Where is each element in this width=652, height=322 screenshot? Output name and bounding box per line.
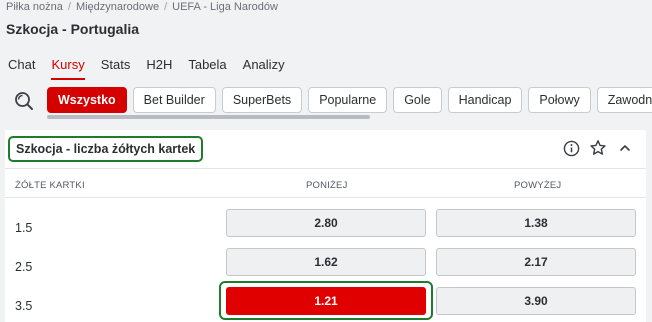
row-line-value: 2.5	[15, 260, 33, 274]
market-header[interactable]: Szkocja - liczba żółtych kartek	[5, 130, 646, 168]
filter-chip-superbets[interactable]: SuperBets	[221, 87, 303, 113]
filter-chips: Wszystko Bet Builder SuperBets Popularne…	[47, 87, 652, 113]
market-panel: Szkocja - liczba żółtych kartek ŻÓŁTE KA…	[5, 130, 646, 322]
tab-tabela[interactable]: Tabela	[180, 54, 234, 80]
info-button[interactable]	[562, 139, 580, 157]
market-filter-bar: Wszystko Bet Builder SuperBets Popularne…	[0, 82, 652, 124]
filter-chip-bet-builder[interactable]: Bet Builder	[132, 87, 216, 113]
market-row: 1.5 2.80 1.38	[5, 209, 646, 248]
odds-button-under[interactable]: 1.62	[226, 248, 426, 276]
star-icon	[590, 140, 606, 155]
search-button[interactable]	[9, 86, 39, 116]
event-tabs: Chat Kursy Stats H2H Tabela Analizy	[0, 54, 293, 80]
row-line-value: 3.5	[15, 299, 33, 313]
collapse-button[interactable]	[616, 139, 634, 157]
breadcrumb-separator: /	[67, 1, 71, 13]
odds-button-over[interactable]: 3.90	[436, 287, 636, 315]
filter-chip-zawodnicy[interactable]: Zawodnicy	[596, 87, 652, 113]
filter-chip-wszystko[interactable]: Wszystko	[47, 87, 127, 113]
filter-chip-popularne[interactable]: Popularne	[308, 87, 388, 113]
odds-button-under-selected[interactable]: 1.21	[226, 287, 426, 315]
chevron-up-icon	[620, 145, 630, 151]
filter-chip-polowy[interactable]: Połowy	[528, 87, 591, 113]
odds-button-under[interactable]: 2.80	[226, 209, 426, 237]
search-icon	[15, 92, 33, 110]
tab-h2h[interactable]: H2H	[138, 54, 180, 80]
market-row: 3.5 1.21 3.90	[5, 281, 646, 322]
odds-button-over[interactable]: 2.17	[436, 248, 636, 276]
market-title: Szkocja - liczba żółtych kartek	[8, 136, 204, 162]
breadcrumb-separator: /	[164, 1, 168, 13]
tab-stats[interactable]: Stats	[93, 54, 139, 80]
market-column-header: ŻÓŁTE KARTKI PONIŻEJ POWYŻEJ	[5, 168, 646, 198]
column-header-over: POWYŻEJ	[514, 180, 562, 191]
filter-chip-handicap[interactable]: Handicap	[447, 87, 523, 113]
favorite-button[interactable]	[589, 139, 607, 157]
tab-chat[interactable]: Chat	[0, 54, 43, 80]
breadcrumb: Piłka nożna / Międzynarodowe / UEFA - Li…	[6, 1, 278, 13]
tab-kursy[interactable]: Kursy	[43, 54, 92, 80]
column-header-under: PONIŻEJ	[306, 180, 348, 191]
market-header-actions	[562, 139, 634, 157]
filter-scrollbar[interactable]	[47, 115, 370, 119]
filter-chip-gole[interactable]: Gole	[393, 87, 442, 113]
page-title: Szkocja - Portugalia	[6, 21, 140, 37]
odds-button-over[interactable]: 1.38	[436, 209, 636, 237]
column-header-line: ŻÓŁTE KARTKI	[15, 180, 85, 191]
info-icon	[563, 140, 579, 156]
row-line-value: 1.5	[15, 221, 33, 235]
tab-analizy[interactable]: Analizy	[235, 54, 293, 80]
breadcrumb-item-competition[interactable]: UEFA - Liga Narodów	[172, 1, 278, 13]
breadcrumb-item-sport[interactable]: Piłka nożna	[6, 1, 63, 13]
breadcrumb-item-region[interactable]: Międzynarodowe	[76, 1, 159, 13]
